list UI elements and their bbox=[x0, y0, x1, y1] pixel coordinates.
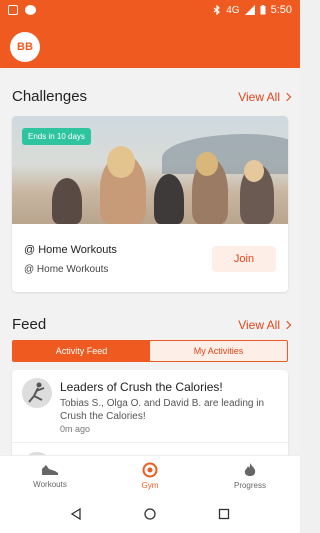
profile-avatar[interactable]: BB bbox=[10, 32, 40, 62]
status-bar: 4G 5:50 bbox=[0, 0, 300, 20]
challenges-title: Challenges bbox=[12, 88, 88, 105]
checklist-icon bbox=[8, 5, 18, 15]
nav-gym[interactable]: Gym bbox=[100, 456, 200, 495]
nav-progress[interactable]: Progress bbox=[200, 456, 300, 495]
clock: 5:50 bbox=[270, 4, 292, 16]
bluetooth-icon bbox=[213, 5, 221, 15]
feed-item-time: 0m ago bbox=[60, 424, 91, 434]
feed-item-text: Tobias S., Olga O. and David B. are lead… bbox=[60, 398, 265, 422]
main-content: Challenges View All Ends in 10 days @ Ho… bbox=[0, 68, 300, 455]
feed-avatar bbox=[22, 378, 52, 408]
feed-title: Feed bbox=[12, 316, 47, 333]
challenge-card[interactable]: Ends in 10 days @ Home Workouts @ Home W… bbox=[12, 116, 288, 292]
chat-icon bbox=[25, 5, 36, 15]
recents-icon[interactable] bbox=[218, 508, 230, 520]
challenge-photo: Ends in 10 days bbox=[12, 116, 288, 224]
chevron-right-icon bbox=[282, 92, 292, 101]
challenges-header: Challenges View All bbox=[12, 88, 292, 105]
network-type: 4G bbox=[226, 4, 240, 16]
feed-item[interactable]: Leaders of Crush the Calories! Tobias S.… bbox=[12, 370, 288, 455]
tab-activity-feed[interactable]: Activity Feed bbox=[13, 341, 150, 361]
join-button[interactable]: Join bbox=[212, 246, 276, 272]
gym-icon bbox=[142, 462, 158, 477]
nav-label: Gym bbox=[141, 480, 159, 490]
tab-my-activities[interactable]: My Activities bbox=[150, 341, 287, 361]
chevron-right-icon bbox=[282, 320, 292, 329]
challenge-badge: Ends in 10 days bbox=[22, 128, 91, 145]
challenge-subtitle: @ Home Workouts bbox=[24, 264, 109, 275]
signal-icon bbox=[244, 5, 255, 15]
shoe-icon bbox=[42, 464, 58, 475]
system-nav-bar bbox=[0, 495, 300, 533]
feed-tabs: Activity Feed My Activities bbox=[12, 340, 288, 362]
app-bar: BB bbox=[0, 20, 300, 68]
view-all-label: View All bbox=[238, 317, 280, 332]
feed-item-title: Leaders of Crush the Calories! bbox=[60, 380, 223, 394]
flame-icon bbox=[244, 462, 256, 476]
challenges-view-all[interactable]: View All bbox=[238, 89, 292, 104]
nav-workouts[interactable]: Workouts bbox=[0, 456, 100, 495]
nav-label: Workouts bbox=[33, 479, 67, 489]
feed-header: Feed View All bbox=[12, 316, 292, 333]
feed-view-all[interactable]: View All bbox=[238, 317, 292, 332]
back-icon[interactable] bbox=[70, 508, 82, 520]
view-all-label: View All bbox=[238, 89, 280, 104]
divider bbox=[12, 442, 288, 443]
home-icon[interactable] bbox=[144, 508, 156, 520]
bottom-nav: Workouts Gym Progress bbox=[0, 455, 300, 495]
nav-label: Progress bbox=[233, 480, 266, 490]
challenge-name: @ Home Workouts bbox=[24, 244, 117, 256]
yoga-figure-icon bbox=[28, 382, 45, 403]
battery-icon bbox=[260, 5, 266, 15]
